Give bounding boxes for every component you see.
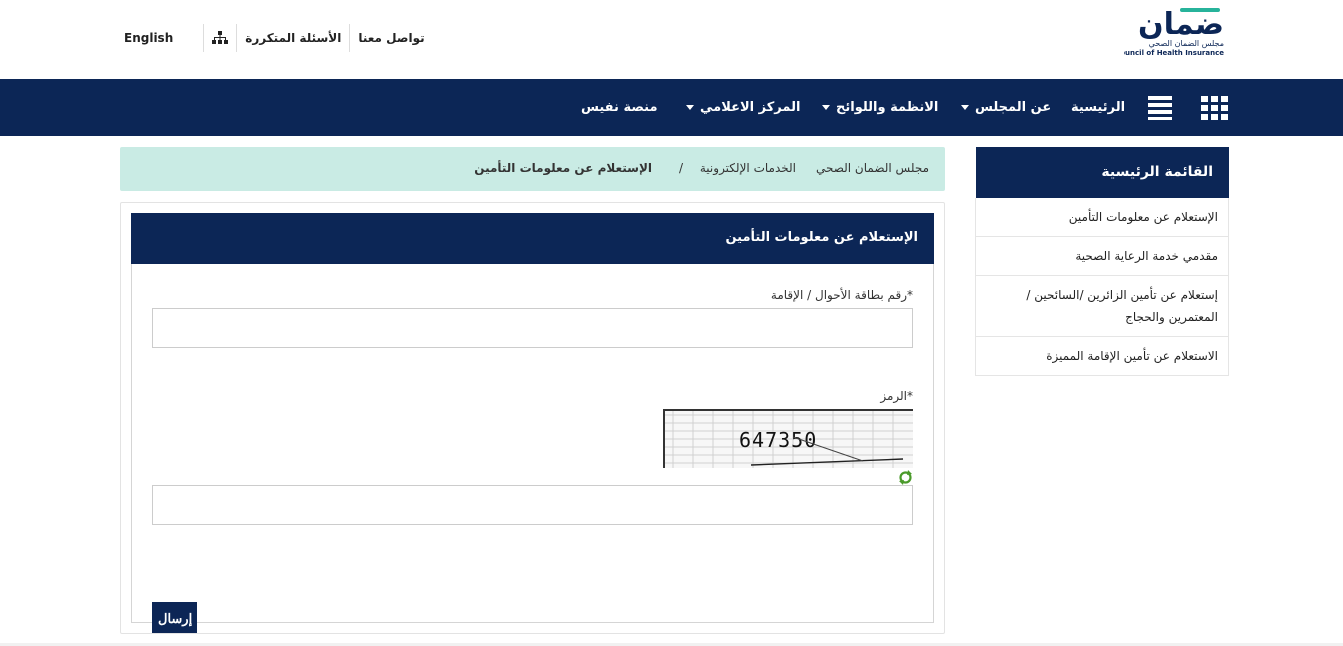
faq-link[interactable]: الأسئلة المتكررة [245, 31, 341, 45]
form-title: الإستعلام عن معلومات التأمين [131, 213, 934, 264]
sidebar-menu: الإستعلام عن معلومات التأمين مقدمي خدمة … [975, 198, 1229, 376]
top-links: English الأسئلة المتكررة تواصل معنا [118, 22, 425, 54]
chevron-down-icon [686, 105, 694, 110]
sidebar-title: القائمة الرئيسية [976, 147, 1229, 198]
top-bar: English الأسئلة المتكررة تواصل معنا ضمان [0, 0, 1343, 79]
divider [349, 24, 351, 52]
chevron-down-icon [822, 105, 830, 110]
english-link[interactable]: English [124, 31, 173, 45]
nav-regulations[interactable]: الانظمة واللوائح [822, 79, 938, 136]
nav-media-label: المركز الاعلامي [700, 100, 801, 115]
nav-nafees-label: منصة نفيس [581, 100, 658, 115]
nav-home[interactable]: الرئيسية [1071, 79, 1125, 136]
nav-regulations-label: الانظمة واللوائح [836, 100, 939, 115]
main-nav: الرئيسية عن المجلس الانظمة واللوائح المر… [0, 79, 1343, 136]
logo-english-sub: Council of Health Insurance [1124, 49, 1224, 57]
logo-arabic-name: ضمان [1138, 7, 1224, 42]
sidebar-item-visitors-insurance[interactable]: إستعلام عن تأمين الزائرين /السائحين / ال… [976, 275, 1228, 336]
id-number-input[interactable] [152, 308, 913, 348]
captcha-text: 647350 [739, 428, 817, 452]
breadcrumb-home[interactable]: مجلس الضمان الصحي [816, 147, 929, 189]
nav-home-label: الرئيسية [1071, 100, 1126, 115]
breadcrumb-current: الإستعلام عن معلومات التأمين [474, 161, 652, 175]
sidebar-item-insurance-inquiry[interactable]: الإستعلام عن معلومات التأمين [976, 198, 1228, 236]
chevron-down-icon [961, 105, 969, 110]
logo-arabic-sub: مجلس الضمان الصحي [1149, 39, 1224, 48]
sidebar-item-providers[interactable]: مقدمي خدمة الرعاية الصحية [976, 236, 1228, 275]
divider [236, 24, 238, 52]
captcha-image: 647350 [663, 409, 913, 468]
breadcrumb-separator: / [678, 161, 683, 175]
grid-icon[interactable] [1201, 79, 1229, 136]
submit-button[interactable]: إرسال [152, 602, 197, 633]
captcha-label: الرمز* [880, 389, 913, 403]
id-label: رقم بطاقة الأحوال / الإقامة* [770, 288, 913, 302]
nav-media[interactable]: المركز الاعلامي [686, 79, 800, 136]
logo[interactable]: ضمان مجلس الضمان الصحي Council of Health… [1115, 6, 1226, 58]
sitemap-icon[interactable] [212, 31, 229, 45]
nav-about[interactable]: عن المجلس [961, 79, 1051, 136]
sidebar-item-premium-residency[interactable]: الاستعلام عن تأمين الإقامة المميزة [976, 336, 1228, 375]
refresh-icon[interactable] [898, 470, 913, 485]
menu-icon[interactable] [1148, 79, 1172, 136]
nav-about-label: عن المجلس [975, 100, 1052, 115]
captcha-input[interactable] [152, 485, 913, 525]
breadcrumb: مجلس الضمان الصحي الخدمات الإلكترونية / … [120, 147, 945, 191]
divider [203, 24, 205, 52]
nav-nafees[interactable]: منصة نفيس [581, 79, 658, 136]
breadcrumb-services[interactable]: الخدمات الإلكترونية [700, 147, 796, 189]
contact-link[interactable]: تواصل معنا [358, 31, 424, 45]
